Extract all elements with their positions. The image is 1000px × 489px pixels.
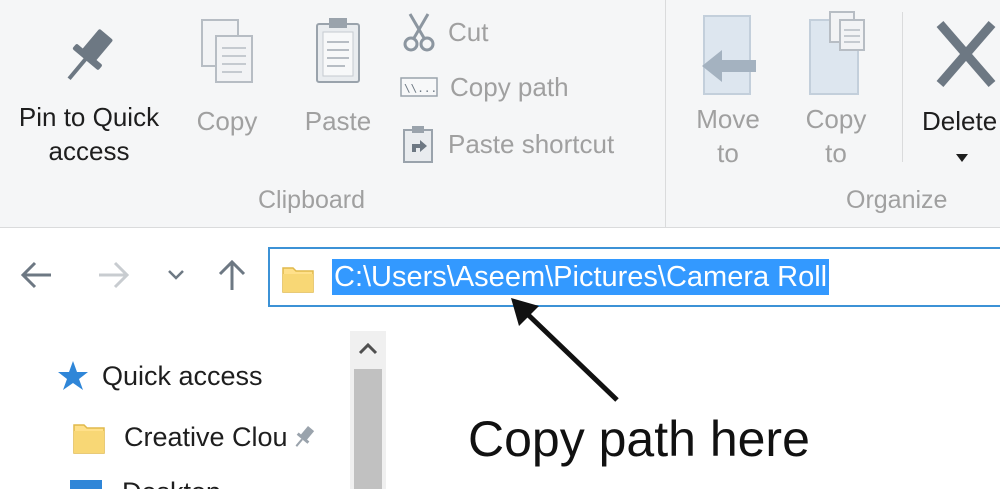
copy-label: Copy: [196, 106, 258, 136]
scissors-icon: [403, 13, 435, 52]
up-button[interactable]: [212, 253, 252, 297]
move-to-button[interactable]: Move to: [688, 14, 768, 170]
address-bar[interactable]: C:\Users\Aseem\Pictures\Camera Roll: [268, 247, 1000, 307]
move-to-label: Move to: [696, 104, 760, 168]
paste-button[interactable]: Paste: [296, 14, 380, 138]
arrow-right-icon: [99, 261, 130, 289]
pin-icon: [295, 426, 314, 447]
navigation-bar: C:\Users\Aseem\Pictures\Camera Roll: [0, 229, 1000, 321]
forward-button[interactable]: [94, 253, 134, 297]
nav-item-quick-access[interactable]: Quick access: [56, 359, 263, 393]
paste-icon: [316, 18, 360, 83]
group-separator: [665, 0, 666, 228]
copy-path-button[interactable]: \\... Copy path: [400, 70, 569, 104]
nav-item-creative-cloud[interactable]: Creative Clou: [72, 419, 316, 455]
move-to-icon: [702, 15, 756, 95]
copy-icon: [201, 19, 253, 83]
organize-group-label: Organize: [846, 186, 948, 214]
copy-path-icon: \\...: [400, 77, 438, 97]
ribbon: Pin to Quick access Copy Paste Cut \\...…: [0, 0, 1000, 228]
delete-label: Delete: [922, 106, 998, 136]
nav-item-label: Quick access: [102, 360, 263, 391]
nav-item-label: Desktop: [122, 477, 221, 489]
desktop-icon: [70, 479, 102, 489]
copy-to-button[interactable]: Copy to: [796, 10, 876, 170]
copy-to-label: Copy to: [805, 104, 867, 168]
copy-to-icon: [809, 11, 865, 95]
annotation-text: Copy path here: [468, 411, 810, 467]
paste-label: Paste: [304, 106, 372, 136]
pin-icon: [67, 29, 113, 81]
arrow-up-icon: [218, 259, 246, 290]
nav-pane-scrollbar[interactable]: [350, 331, 386, 489]
chevron-up-icon: [358, 342, 378, 355]
paste-shortcut-button[interactable]: Paste shortcut: [400, 124, 614, 164]
group-separator: [902, 12, 903, 162]
nav-item-desktop[interactable]: Desktop: [68, 477, 221, 489]
nav-item-label: Creative Clou: [124, 421, 288, 452]
paste-shortcut-label: Paste shortcut: [448, 128, 615, 159]
copy-path-label: Copy path: [450, 71, 569, 102]
recent-locations-button[interactable]: [156, 253, 196, 297]
paste-shortcut-icon: [403, 126, 433, 163]
folder-icon: [73, 424, 105, 454]
address-path[interactable]: C:\Users\Aseem\Pictures\Camera Roll: [332, 259, 830, 295]
cut-button[interactable]: Cut: [402, 12, 488, 52]
back-button[interactable]: [16, 253, 56, 297]
arrow-left-icon: [20, 261, 51, 289]
delete-button[interactable]: Delete: [918, 14, 1000, 162]
svg-text:\\...: \\...: [404, 82, 437, 95]
clipboard-group-label: Clipboard: [258, 186, 366, 214]
folder-icon: [282, 267, 314, 293]
star-icon: [58, 361, 88, 390]
pin-to-quick-access-button[interactable]: Pin to Quick access: [4, 20, 174, 168]
close-icon: [936, 21, 996, 87]
copy-button[interactable]: Copy: [186, 14, 268, 138]
chevron-down-icon: [168, 270, 184, 280]
navigation-pane: Quick access Creative Clou Desktop: [0, 321, 395, 489]
chevron-down-icon: [956, 154, 968, 162]
cut-label: Cut: [448, 16, 489, 47]
scrollbar-thumb[interactable]: [354, 369, 382, 489]
annotation-arrow: [511, 298, 619, 402]
pin-label: Pin to Quick access: [18, 102, 160, 166]
